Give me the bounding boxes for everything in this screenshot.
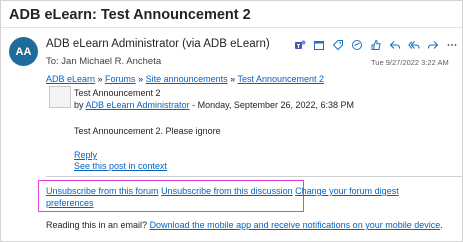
forward-icon[interactable]	[426, 38, 440, 52]
author-picture	[49, 86, 71, 108]
see-post-in-context-link[interactable]: See this post in context	[74, 161, 167, 171]
breadcrumb-separator: »	[227, 74, 238, 84]
breadcrumb-forums-link[interactable]: Forums	[105, 74, 136, 84]
breadcrumb-site-announcements-link[interactable]: Site announcements	[146, 74, 228, 84]
email-subject: ADB eLearn: Test Announcement 2	[9, 7, 251, 23]
reply-icon[interactable]	[388, 38, 402, 52]
recipient-line[interactable]: To: Jan Michael R. Ancheta	[46, 56, 161, 67]
header-divider	[1, 27, 462, 28]
like-icon[interactable]	[369, 38, 383, 52]
post-date: - Monday, September 26, 2022, 6:38 PM	[189, 100, 355, 110]
post-author-link[interactable]: ADB eLearn Administrator	[86, 100, 190, 110]
download-mobile-app-link[interactable]: Download the mobile app and receive noti…	[150, 220, 441, 230]
footer-links-line: Unsubscribe from this forum Unsubscribe …	[46, 186, 399, 196]
mobile-prefix: Reading this in an email?	[46, 220, 150, 230]
post-author-line: by ADB eLearn Administrator - Monday, Se…	[74, 100, 354, 110]
teams-icon[interactable]	[293, 38, 307, 52]
post-title: Test Announcement 2	[74, 88, 161, 98]
reply-link[interactable]: Reply	[74, 150, 97, 160]
message-toolbar	[293, 38, 459, 52]
breadcrumb: ADB eLearn » Forums » Site announcements…	[46, 74, 324, 84]
sender-name[interactable]: ADB eLearn Administrator (via ADB eLearn…	[46, 38, 270, 50]
footer-divider	[46, 176, 462, 177]
sender-avatar[interactable]: AA	[9, 37, 38, 66]
breadcrumb-separator: »	[135, 74, 146, 84]
breadcrumb-post-link[interactable]: Test Announcement 2	[237, 74, 324, 84]
change-digest-link[interactable]: Change your forum digest	[295, 186, 399, 196]
mobile-suffix: .	[440, 220, 443, 230]
calendar-icon[interactable]	[312, 38, 326, 52]
received-timestamp: Tue 9/27/2022 3:22 AM	[371, 58, 449, 67]
tag-icon[interactable]	[331, 38, 345, 52]
post-body: Test Announcement 2. Please ignore	[74, 126, 221, 136]
reply-all-icon[interactable]	[407, 38, 421, 52]
mobile-app-line: Reading this in an email? Download the m…	[46, 220, 443, 230]
sticker-icon[interactable]	[350, 38, 364, 52]
unsubscribe-discussion-link[interactable]: Unsubscribe from this discussion	[161, 186, 293, 196]
breadcrumb-separator: »	[95, 74, 106, 84]
post-by-label: by	[74, 100, 86, 110]
email-reading-pane: ADB eLearn: Test Announcement 2 AA ADB e…	[0, 0, 463, 242]
breadcrumb-home-link[interactable]: ADB eLearn	[46, 74, 95, 84]
more-icon[interactable]	[445, 38, 459, 52]
unsubscribe-forum-link[interactable]: Unsubscribe from this forum	[46, 186, 159, 196]
change-digest-link-continued[interactable]: preferences	[46, 198, 94, 208]
